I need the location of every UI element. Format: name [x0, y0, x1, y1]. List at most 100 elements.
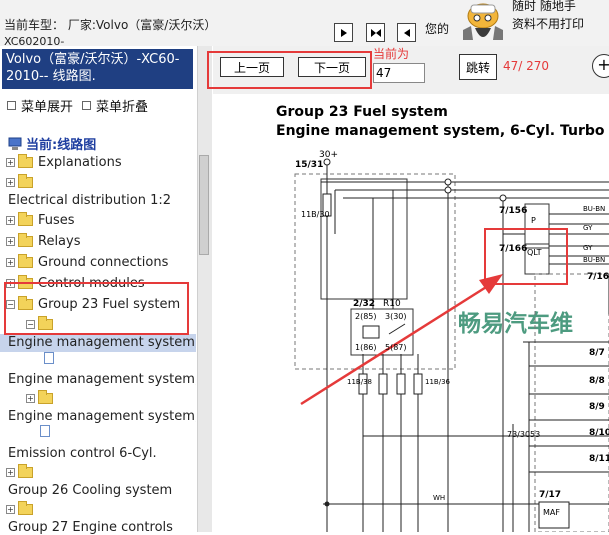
tree-item-electrical-distribution[interactable]: Electrical distribution 1:2: [8, 193, 171, 208]
folder-icon: [18, 463, 33, 478]
tree-item-label: Explanations: [38, 154, 122, 170]
tree-item-ground-connections[interactable]: + Ground connections: [6, 252, 168, 272]
zoom-in-button[interactable]: +: [592, 54, 609, 78]
tree-item-engine-management-3[interactable]: Engine management system, 5: [8, 409, 196, 424]
tree-item-label: Relays: [38, 233, 81, 249]
left-scrollbar-thumb[interactable]: [199, 155, 209, 255]
folder-icon: [18, 253, 33, 268]
expand-toggle-icon[interactable]: +: [26, 393, 35, 403]
label-15-31: 15/31: [295, 160, 324, 170]
label-qlt: QLT: [527, 248, 542, 257]
collapse-all-button[interactable]: 菜单折叠: [82, 96, 148, 115]
play-prev-button[interactable]: [334, 23, 353, 42]
arrow-left-icon: [375, 28, 381, 37]
tree-item-relays[interactable]: + Relays: [6, 231, 81, 251]
folder-icon: [18, 232, 33, 247]
label-7-165: 7/165: [587, 272, 609, 282]
current-location: 当前:线路图: [8, 134, 96, 153]
folder-icon: [18, 500, 33, 515]
collapse-all-label: 菜单折叠: [96, 100, 149, 115]
tree-item-fuses[interactable]: + Fuses: [6, 210, 75, 230]
label-8-10: 8/10: [589, 428, 609, 438]
document-icon: [44, 352, 54, 364]
label-wh: WH: [433, 494, 446, 502]
highlight-box-toolbar: [207, 51, 372, 89]
page-status: 47/ 270: [503, 59, 550, 73]
label-3-30: 3(30): [385, 312, 407, 321]
mascot-icon: [463, 3, 503, 40]
label-gy-1: GY: [583, 224, 593, 232]
plus-icon: +: [597, 55, 609, 74]
wiring-diagram: Group 23 Fuel system Engine management s…: [213, 94, 609, 532]
label-7-156: 7/156: [499, 206, 528, 216]
label-11b-38: 11B/38: [347, 378, 372, 386]
circuit-svg: [294, 158, 609, 532]
label-1-86: 1(86): [355, 343, 377, 352]
play-next-button[interactable]: [397, 23, 416, 42]
expand-toggle-icon[interactable]: +: [6, 467, 15, 477]
play-middle-button[interactable]: [366, 23, 385, 42]
label-gy-2: GY: [583, 244, 593, 252]
folder-icon: [18, 173, 33, 188]
current-model-value: 厂家:Volvo（富豪/沃尔沃）: [67, 18, 217, 32]
tree-item-empty[interactable]: +: [6, 172, 38, 192]
tree-item-engine-management-1[interactable]: Engine management system, 6: [8, 335, 196, 350]
folder-icon: [38, 389, 53, 404]
folder-icon: [18, 153, 33, 168]
current-model-info: 当前车型： 厂家:Volvo（富豪/沃尔沃）: [4, 18, 216, 32]
tree-item-explanations[interactable]: + Explanations: [6, 152, 122, 172]
panel-title: Volvo（富豪/沃尔沃）-XC60-2010-- 线路图.: [2, 49, 193, 89]
tree-item-label: Fuses: [38, 212, 75, 228]
label-p: P: [531, 216, 536, 225]
label-2-32: 2/32: [353, 299, 376, 309]
expand-all-button[interactable]: 菜单展开: [7, 96, 73, 115]
tree-item-emission-folder[interactable]: +: [6, 462, 38, 482]
page-number-input[interactable]: 47: [373, 63, 425, 83]
label-maf: MAF: [543, 508, 560, 517]
hint-text: 您的: [425, 22, 450, 36]
label-8-11: 8/11: [589, 454, 609, 464]
folder-icon: [18, 211, 33, 226]
promo-note: 随时 随地手 资料不用打印: [512, 0, 584, 33]
tree-item-group-26-cooling[interactable]: Group 26 Cooling system: [8, 483, 172, 498]
label-8-9: 8/9: [589, 402, 605, 412]
expand-all-label: 菜单展开: [21, 100, 74, 115]
expand-toggle-icon[interactable]: +: [6, 257, 15, 267]
current-for-label: 当前为: [373, 47, 410, 61]
label-5-87: 5(87): [385, 343, 407, 352]
arrow-right-icon: [340, 28, 347, 37]
jump-button[interactable]: 跳转: [459, 54, 497, 80]
arrow-left-small-icon: [403, 28, 410, 37]
tree-item-cooling-folder[interactable]: +: [6, 499, 38, 519]
tree-item-engine-management-2[interactable]: Engine management system, 6: [8, 372, 196, 387]
expand-toggle-icon[interactable]: +: [6, 177, 15, 187]
expand-icon: [7, 101, 16, 110]
expand-toggle-icon[interactable]: +: [6, 215, 15, 225]
label-7-166: 7/166: [499, 244, 528, 254]
promo-line-2: 资料不用打印: [512, 17, 585, 31]
expand-toggle-icon[interactable]: +: [6, 157, 15, 167]
expand-toggle-icon[interactable]: +: [6, 504, 15, 514]
computer-icon: [8, 137, 22, 150]
highlight-box-tree: [4, 282, 189, 335]
tree-item-subfolder-2[interactable]: +: [26, 388, 58, 408]
left-scrollbar[interactable]: [197, 46, 212, 532]
promo-line-1: 随时 随地手: [512, 0, 576, 13]
tree-item-group-27-engine-controls[interactable]: Group 27 Engine controls: [8, 520, 173, 535]
label-2-85: 2(85): [355, 312, 377, 321]
current-model-label: 当前车型：: [4, 18, 65, 32]
tree-item-label: Ground connections: [38, 254, 169, 270]
label-30plus: 30+: [319, 150, 338, 160]
left-pane: Volvo（富豪/沃尔沃）-XC60-2010-- 线路图. 菜单展开 菜单折叠…: [0, 46, 196, 535]
expand-toggle-icon[interactable]: +: [6, 236, 15, 246]
label-8-7: 8/7: [589, 348, 605, 358]
label-r10: R10: [383, 299, 401, 309]
document-icon: [40, 425, 50, 437]
current-location-label: 当前:线路图: [26, 138, 97, 153]
label-7-17: 7/17: [539, 490, 562, 500]
tree-item-emission-control[interactable]: Emission control 6-Cyl.: [8, 446, 157, 461]
jump-label: 跳转: [465, 60, 490, 75]
label-bu-bn-1: BU-BN: [583, 205, 606, 213]
label-11b-36: 11B/36: [425, 378, 450, 386]
label-bu-bn-2: BU-BN: [583, 256, 606, 264]
